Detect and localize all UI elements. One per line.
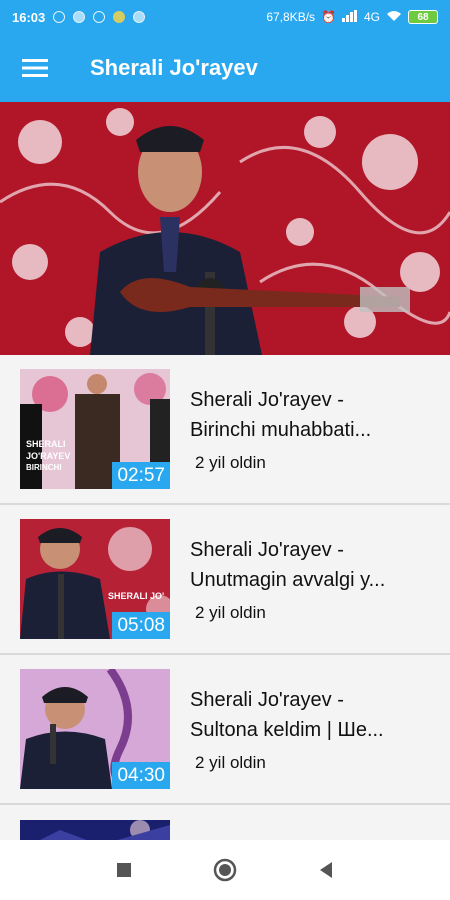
video-duration: 02:57 — [112, 462, 170, 489]
status-time: 16:03 — [12, 9, 46, 25]
notification-icon — [93, 11, 106, 23]
circle-icon[interactable] — [212, 857, 238, 883]
triangle-back-icon[interactable] — [313, 857, 339, 883]
app-title: Sherali Jo'rayev — [90, 55, 258, 80]
app-screen: 16:03 67,8KB/s ⏰ 4G 68 Sherali Jo'rayev — [0, 0, 450, 900]
notification-icon — [73, 11, 86, 23]
video-thumbnail[interactable] — [20, 820, 170, 840]
video-age: 2 yil oldin — [195, 603, 266, 622]
video-list-item[interactable]: 04:30 Sherali Jo'rayev - Sultona keldim … — [0, 655, 450, 805]
hero-banner-image[interactable] — [0, 102, 450, 355]
status-bar: 16:03 67,8KB/s ⏰ 4G 68 — [0, 0, 450, 34]
wifi-icon — [386, 10, 402, 25]
video-duration: 05:08 — [112, 612, 170, 639]
battery-icon: 68 — [408, 10, 438, 24]
svg-text:BIRINCHI: BIRINCHI — [26, 463, 62, 472]
video-title: Sherali Jo'rayev - Sultona keldim | Ше..… — [190, 689, 384, 741]
svg-text:JO'RAYEV: JO'RAYEV — [26, 451, 70, 461]
svg-text:SHERALI JO': SHERALI JO' — [108, 591, 164, 601]
video-list-item[interactable]: SHERALI JO'RAYEV BIRINCHI 02:57 Sherali … — [0, 355, 450, 505]
video-thumbnail[interactable]: SHERALI JO' 05:08 — [20, 519, 170, 639]
hamburger-menu-icon[interactable] — [0, 34, 70, 102]
svg-text:SHERALI: SHERALI — [26, 439, 66, 449]
video-age: 2 yil oldin — [195, 453, 266, 472]
video-thumbnail[interactable]: SHERALI JO'RAYEV BIRINCHI 02:57 — [20, 369, 170, 489]
system-nav-bar — [0, 840, 450, 900]
network-type: 4G — [363, 10, 380, 24]
notification-icon — [133, 11, 146, 23]
video-list-item[interactable]: SHERALI JO' 05:08 Sherali Jo'rayev - Unu… — [0, 505, 450, 655]
video-title: Sherali Jo'rayev - Birinchi muhabbati... — [190, 389, 372, 441]
video-age: 2 yil oldin — [195, 753, 266, 772]
notification-icon — [53, 11, 66, 23]
video-list: SHERALI JO'RAYEV BIRINCHI 02:57 Sherali … — [0, 355, 450, 840]
video-list-item[interactable] — [0, 805, 450, 840]
network-speed: 67,8KB/s — [266, 10, 316, 24]
video-thumbnail[interactable]: 04:30 — [20, 669, 170, 789]
video-duration: 04:30 — [112, 762, 170, 789]
square-icon[interactable] — [111, 857, 137, 883]
app-bar: Sherali Jo'rayev — [0, 34, 450, 102]
alarm-icon: ⏰ — [321, 10, 336, 24]
video-title: Sherali Jo'rayev - Unutmagin avvalgi y..… — [190, 539, 386, 591]
signal-icon — [341, 9, 358, 25]
notification-icon — [113, 11, 126, 23]
